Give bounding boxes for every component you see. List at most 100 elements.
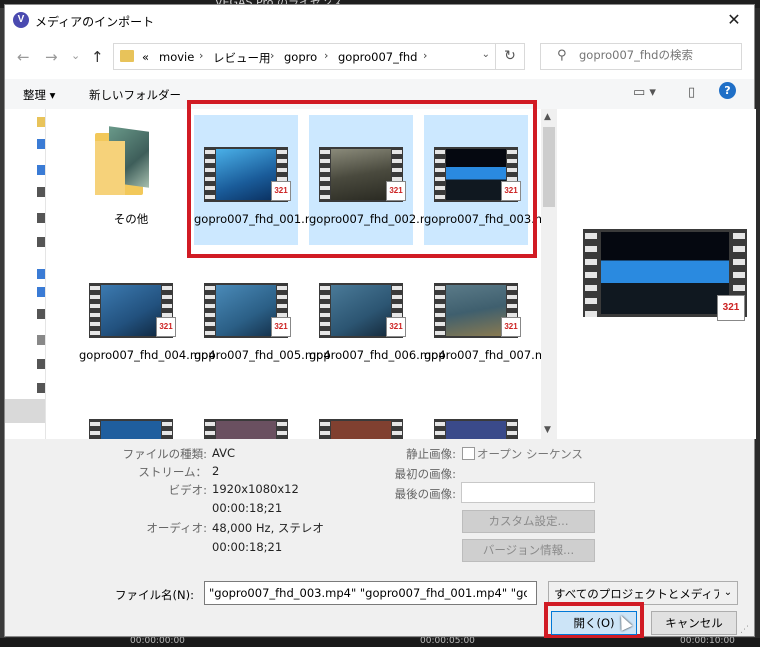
address-bar[interactable]: « movie › レビュー用 › gopro › gopro007_fhd ›…: [113, 43, 525, 70]
scroll-thumb[interactable]: [543, 127, 555, 207]
file-item[interactable]: 321 gopro007_fhd_005.mp4: [194, 251, 331, 381]
up-arrow-icon[interactable]: ↑: [91, 48, 104, 66]
video-resolution: 1920x1080x12: [212, 482, 299, 496]
back-arrow-icon[interactable]: ←: [17, 48, 30, 66]
close-button[interactable]: ✕: [714, 5, 754, 35]
thumbnail-image: [101, 285, 161, 336]
file-label: gopro007_fhd_006.mp4: [309, 348, 446, 362]
dialog-title: メディアのインポート: [35, 15, 155, 29]
scroll-down-icon[interactable]: ▼: [544, 425, 551, 435]
file-item[interactable]: [194, 387, 298, 439]
video-thumbnail: [319, 419, 403, 439]
media-player-badge-icon: 321: [386, 317, 406, 337]
import-media-dialog: V メディアのインポート ✕ ← → ⌄ ↑ « movie › レビュー用 ›…: [4, 4, 756, 638]
navigation-bar: ← → ⌄ ↑ « movie › レビュー用 › gopro › gopro0…: [5, 35, 754, 79]
resize-grip-icon[interactable]: ⋰: [740, 625, 749, 635]
file-label: その他: [113, 212, 149, 226]
breadcrumb-gopro007[interactable]: gopro007_fhd: [338, 50, 417, 64]
last-image-label: 最後の画像:: [394, 487, 456, 501]
thumbnail-image: [101, 421, 161, 439]
breadcrumb-separator[interactable]: ›: [324, 49, 328, 62]
video-label: ビデオ:: [168, 483, 207, 497]
preview-thumbnail: 321: [583, 229, 747, 321]
forward-arrow-icon[interactable]: →: [45, 48, 58, 66]
document-icon[interactable]: [37, 187, 45, 197]
breadcrumb-separator[interactable]: ›: [199, 49, 203, 62]
filename-input[interactable]: [209, 586, 527, 600]
thumbnail-image: [331, 421, 391, 439]
audio-label: オーディオ:: [146, 521, 207, 535]
first-image-label: 最初の画像:: [394, 467, 456, 481]
media-player-badge-icon: 321: [717, 295, 745, 321]
filter-value: すべてのプロジェクトとメディア ファイル: [554, 587, 737, 601]
desktop-icon[interactable]: [37, 165, 45, 175]
search-input[interactable]: [579, 48, 734, 62]
thumbnail-image: [446, 421, 506, 439]
chevron-down-icon[interactable]: ⌄: [719, 582, 737, 604]
file-type-value: AVC: [212, 446, 236, 460]
open-sequence-label: オープン シーケンス: [477, 447, 583, 461]
breadcrumb-separator[interactable]: ›: [270, 49, 274, 62]
video-thumbnail: [434, 419, 518, 439]
custom-settings-button[interactable]: カスタム設定...: [462, 510, 595, 533]
selected-nav-item[interactable]: [5, 399, 45, 423]
file-type-label: ファイルの種類:: [122, 447, 207, 461]
selection-highlight-box: [187, 100, 537, 258]
breadcrumb-gopro[interactable]: gopro: [284, 50, 317, 64]
address-dropdown-icon[interactable]: ⌄: [482, 49, 490, 60]
breadcrumb-movie[interactable]: movie: [159, 50, 194, 64]
view-options-icon[interactable]: ▭ ▾: [633, 85, 656, 100]
version-info-button[interactable]: バージョン情報...: [462, 539, 595, 562]
drive-icon[interactable]: [37, 309, 45, 319]
picture-icon[interactable]: [37, 213, 45, 223]
video-icon[interactable]: [37, 237, 45, 247]
breadcrumb-review[interactable]: レビュー用: [213, 50, 271, 66]
vertical-scrollbar[interactable]: ▲ ▼: [541, 109, 557, 439]
preview-pane-icon[interactable]: ▯: [688, 85, 695, 100]
file-item[interactable]: 321 gopro007_fhd_007.mp4: [424, 251, 546, 381]
drive-icon[interactable]: [37, 383, 45, 393]
recent-locations-icon[interactable]: ⌄: [71, 49, 80, 62]
last-image-field[interactable]: [461, 482, 595, 503]
file-item[interactable]: [424, 387, 528, 439]
folder-item-other[interactable]: その他: [79, 115, 183, 245]
file-item[interactable]: [79, 387, 183, 439]
thumbnail-image: [331, 285, 391, 336]
pc-icon[interactable]: [37, 287, 45, 297]
refresh-icon[interactable]: ↻: [495, 44, 524, 69]
music-icon[interactable]: [37, 269, 45, 279]
thumbnail-image: [216, 421, 276, 439]
folder-icon: [120, 50, 134, 62]
organize-menu[interactable]: 整理 ▾: [23, 87, 55, 103]
film-holes: [585, 229, 597, 317]
drive-icon[interactable]: [37, 335, 45, 345]
media-player-badge-icon: 321: [501, 317, 521, 337]
download-icon[interactable]: [37, 139, 45, 149]
preview-pane: 321: [557, 109, 756, 439]
folder-icon[interactable]: [37, 117, 45, 127]
file-item[interactable]: [309, 387, 413, 439]
video-thumbnail: [204, 419, 288, 439]
filename-label: ファイル名(N):: [115, 588, 194, 602]
open-sequence-checkbox[interactable]: [462, 447, 475, 460]
breadcrumb-overflow[interactable]: «: [142, 50, 149, 64]
media-player-badge-icon: 321: [156, 317, 176, 337]
filename-field[interactable]: [204, 581, 537, 605]
drive-icon[interactable]: [37, 359, 45, 369]
background-timeline: 00:00:00:00 00:00:05:00 00:00:10:00: [0, 636, 760, 647]
help-icon[interactable]: ?: [719, 82, 736, 99]
navigation-pane: [5, 109, 46, 439]
file-item[interactable]: 321 gopro007_fhd_006.mp4: [309, 251, 446, 381]
file-item[interactable]: 321 gopro007_fhd_004.mp4: [79, 251, 216, 381]
breadcrumb-separator[interactable]: ›: [423, 49, 427, 62]
title-bar: V メディアのインポート ✕: [5, 5, 754, 35]
audio-format: 48,000 Hz, ステレオ: [212, 521, 324, 535]
scroll-up-icon[interactable]: ▲: [544, 112, 551, 122]
audio-duration: 00:00:18;21: [212, 540, 283, 554]
search-icon: ⚲: [557, 48, 567, 63]
thumbnail-image: [601, 232, 729, 314]
search-box[interactable]: ⚲: [540, 43, 742, 70]
file-label: gopro007_fhd_007.mp4: [424, 348, 546, 362]
new-folder-button[interactable]: 新しいフォルダー: [89, 87, 181, 103]
cancel-button[interactable]: キャンセル: [651, 611, 737, 635]
